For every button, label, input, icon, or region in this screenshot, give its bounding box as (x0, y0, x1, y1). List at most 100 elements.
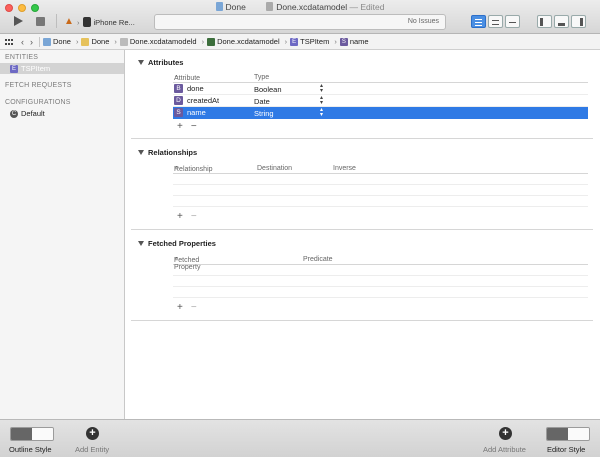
add-attribute-button[interactable]: + (499, 427, 512, 440)
add-relationship-button[interactable]: + (177, 211, 183, 222)
attribute-type[interactable]: Date (254, 97, 270, 106)
jump-bar: ‹ › Done › Done › Done.xcdatamodeld › Done.… (0, 34, 600, 50)
graph-editor-icon[interactable] (568, 428, 589, 440)
configuration-icon: C (10, 109, 18, 118)
attributes-add-remove: + − (177, 121, 197, 132)
model-version-icon (207, 37, 216, 46)
outline-style-control[interactable] (10, 427, 54, 441)
add-attribute-button[interactable]: + (177, 121, 183, 132)
add-entity-button[interactable]: + (86, 427, 99, 440)
empty-row (173, 265, 588, 276)
related-items-icon[interactable] (5, 38, 13, 45)
attribute-name[interactable]: createdAt (187, 96, 219, 105)
folder-icon (81, 37, 90, 46)
attribute-name[interactable]: name (187, 108, 206, 117)
relationships-table: Relationship ⌃ Destination Inverse (173, 164, 588, 207)
model-bundle-icon (119, 37, 128, 46)
add-attribute-label: Add Attribute (483, 445, 526, 454)
editor-style-label: Editor Style (547, 445, 586, 454)
table-editor-icon[interactable] (547, 428, 568, 440)
breadcrumb-model-bundle[interactable]: Done.xcdatamodeld › (119, 37, 204, 46)
fetched-properties-add-remove: + − (177, 302, 197, 313)
fetched-properties-table: Fetched Property ⌃ Predicate (173, 255, 588, 298)
remove-attribute-button[interactable]: − (191, 121, 197, 132)
empty-row (173, 287, 588, 298)
type-column-header[interactable]: Type (254, 74, 269, 81)
project-icon (215, 2, 223, 11)
disclosure-triangle-icon (138, 241, 144, 246)
attribute-name[interactable]: done (187, 84, 204, 93)
remove-fetched-property-button[interactable]: − (191, 302, 197, 313)
window-toolbar: Done Done.xcdatamodel — Edited ▲ › iPhon… (0, 0, 600, 34)
add-entity-label: Add Entity (75, 445, 110, 454)
type-popup-icon[interactable]: ▴ ▾ (320, 95, 323, 106)
sidebar-item-default-configuration[interactable]: C Default (0, 108, 124, 119)
model-outline-sidebar: ENTITIES E TSPItem FETCH REQUESTS CONFIG… (0, 50, 125, 419)
attributes-section-toggle[interactable]: Attributes (138, 58, 183, 67)
boolean-type-icon: B (174, 84, 183, 93)
breadcrumb-model-version[interactable]: Done.xcdatamodel › (207, 37, 287, 46)
status-text: No Issues (407, 18, 439, 25)
entity-icon: E (10, 64, 18, 73)
editor-bottom-bar: Outline Style + Add Entity + Add Attribu… (0, 419, 600, 457)
standard-editor-button[interactable] (471, 15, 486, 28)
app-target-icon: ▲ (64, 16, 74, 27)
window-title: Done Done.xcdatamodel — Edited (0, 2, 600, 12)
attributes-table-header: Attribute ⌃ Type (173, 73, 588, 83)
attribute-type[interactable]: String (254, 109, 274, 118)
version-editor-button[interactable] (505, 15, 520, 28)
fetched-properties-table-header: Fetched Property ⌃ Predicate (173, 255, 588, 271)
iphone-icon (82, 17, 91, 27)
scheme-device-label: iPhone Re... (93, 17, 135, 27)
type-popup-icon[interactable]: ▴ ▾ (320, 107, 323, 118)
toggle-debug-area-button[interactable] (554, 15, 569, 28)
sort-ascending-icon: ⌃ (174, 167, 180, 173)
breadcrumb-entity[interactable]: E TSPItem › (290, 37, 337, 46)
section-divider (131, 138, 593, 139)
sort-ascending-icon: ⌃ (174, 76, 180, 82)
entities-header: ENTITIES (5, 54, 39, 61)
type-popup-icon[interactable]: ▴ ▾ (320, 83, 323, 94)
relationships-table-header: Relationship ⌃ Destination Inverse (173, 164, 588, 174)
breadcrumb-project[interactable]: Done › (43, 37, 78, 46)
attributes-table: Attribute ⌃ Type Bdone Boolean ▴ ▾ Dcreat… (173, 73, 588, 119)
toggle-utilities-button[interactable] (571, 15, 586, 28)
entity-editor: Attributes Attribute ⌃ Type Bdone Boolea… (126, 50, 600, 419)
attribute-type[interactable]: Boolean (254, 85, 282, 94)
destination-column-header[interactable]: Destination (257, 165, 292, 172)
toolbar-divider (56, 14, 57, 28)
relationships-section-toggle[interactable]: Relationships (138, 148, 197, 157)
table-row-selected[interactable]: Sname String ▴ ▾ (173, 107, 588, 119)
breadcrumb-group[interactable]: Done › (81, 37, 117, 46)
inverse-column-header[interactable]: Inverse (333, 165, 356, 172)
forward-button[interactable]: › (30, 37, 33, 47)
relationships-add-remove: + − (177, 211, 197, 222)
section-divider (131, 229, 593, 230)
list-outline-icon[interactable] (11, 428, 32, 440)
date-type-icon: D (174, 96, 183, 105)
hierarchy-outline-icon[interactable] (32, 428, 53, 440)
stop-button[interactable] (36, 17, 45, 26)
empty-row (173, 185, 588, 196)
table-row[interactable]: DcreatedAt Date ▴ ▾ (173, 95, 588, 107)
document-icon (266, 2, 274, 11)
activity-status-bar: No Issues (154, 14, 446, 30)
breadcrumb-attribute[interactable]: S name (339, 37, 369, 46)
outline-style-label: Outline Style (9, 445, 52, 454)
disclosure-triangle-icon (138, 150, 144, 155)
toggle-navigator-button[interactable] (537, 15, 552, 28)
empty-row (173, 174, 588, 185)
run-button[interactable] (14, 16, 23, 26)
add-fetched-property-button[interactable]: + (177, 302, 183, 313)
predicate-column-header[interactable]: Predicate (303, 256, 333, 263)
section-divider (131, 320, 593, 321)
editor-style-control[interactable] (546, 427, 590, 441)
sidebar-item-tspitem[interactable]: E TSPItem (0, 63, 124, 74)
scheme-selector[interactable]: ▲ › iPhone Re... (64, 16, 135, 28)
table-row[interactable]: Bdone Boolean ▴ ▾ (173, 83, 588, 95)
back-button[interactable]: ‹ (21, 37, 24, 47)
fetched-properties-section-toggle[interactable]: Fetched Properties (138, 239, 216, 248)
remove-relationship-button[interactable]: − (191, 211, 197, 222)
fetch-requests-header: FETCH REQUESTS (5, 82, 72, 89)
assistant-editor-button[interactable] (488, 15, 503, 28)
